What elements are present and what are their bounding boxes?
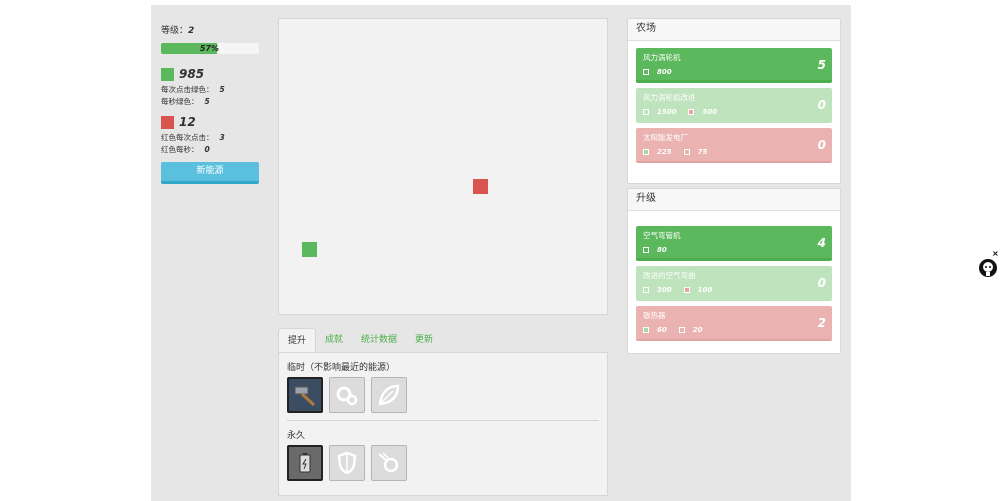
item-costs: 800 [643,68,684,76]
green-target-square[interactable] [302,242,317,257]
temporary-boosts [287,377,599,413]
temporary-section-title: 临时（不影响最近的能源） [287,363,396,373]
item-name: 散热器 [643,311,666,320]
green-cost-icon [643,327,649,333]
upgrade-item-improved-air-bend[interactable]: 改进的空气弯曲 300 100 0 [636,266,832,301]
permanent-boosts [287,445,599,481]
farm-item-wind-turbine[interactable]: 风力涡轮机 800 5 [636,48,832,83]
green-cost-icon [643,109,649,115]
green-cost-icon [643,247,649,253]
item-costs: 80 [643,246,679,254]
meteor-icon[interactable] [371,445,407,481]
progress-text: 57% [199,44,219,53]
green-square-icon [161,67,174,81]
tab-boost[interactable]: 提升 [278,328,317,352]
green-cost-icon [643,69,649,75]
item-count: 2 [817,316,826,330]
item-count: 0 [817,98,826,112]
red-per-sec-value: 0 [204,145,210,154]
shield-icon[interactable] [329,445,365,481]
item-name: 空气弯管机 [643,231,681,240]
upgrades-panel: 升级 空气弯管机 80 4 改进的空气弯曲 300 100 0 散热器 60 20 … [627,188,841,354]
red-count: 12 [179,115,196,129]
item-count: 0 [817,138,826,152]
cost-red: 500 [702,108,718,116]
cost-red: 75 [697,148,708,156]
item-name: 太阳能发电厂 [643,133,688,142]
level-progress-bar: 57% [161,43,259,54]
green-per-sec-value: 5 [204,97,210,106]
section-divider [287,420,599,421]
green-per-click-label: 每次点击绿色： [161,85,214,94]
upgrade-item-air-bender[interactable]: 空气弯管机 80 4 [636,226,832,261]
cost-green: 1500 [657,108,677,116]
red-square-icon [161,115,174,129]
cost-green: 60 [657,326,667,334]
red-cost-icon [678,327,685,333]
green-per-click-value: 5 [219,85,225,94]
red-per-click-label: 红色每次点击： [161,133,214,142]
red-resource: 12 [161,115,261,129]
tabs-panel: 提升 成就 统计数据 更新 临时（不影响最近的能源） 永久 [278,328,608,496]
cost-green: 225 [657,148,672,156]
red-cost-icon [683,149,690,155]
tab-statistics[interactable]: 统计数据 [352,328,406,352]
item-name: 改进的空气弯曲 [643,271,696,280]
red-per-second: 红色每秒： 0 [161,144,261,154]
farm-panel: 农场 风力涡轮机 800 5 风力涡轮机改进 1500 500 0 太阳能发电厂 … [627,18,841,184]
farm-item-wind-turbine-upgrade[interactable]: 风力涡轮机改进 1500 500 0 [636,88,832,123]
red-cost-icon [683,287,690,293]
red-target-square[interactable] [473,179,488,194]
level-value: 2 [188,26,195,36]
permanent-section-title: 永久 [287,431,306,441]
cost-red: 20 [692,326,703,334]
green-cost-icon [643,287,649,293]
game-container: 等级：2 57% 985 每次点击绿色： 5 每秒绿色： 5 12 红色每次点击： 3… [151,5,851,501]
green-cost-icon [643,149,649,155]
green-per-click: 每次点击绿色： 5 [161,84,261,94]
battery-icon[interactable] [287,445,323,481]
new-energy-button[interactable]: 新能源 [161,162,259,184]
upgrades-title: 升级 [628,189,840,211]
item-name: 风力涡轮机 [643,53,681,62]
item-count: 4 [817,236,826,250]
tab-content: 临时（不影响最近的能源） 永久 [278,352,608,496]
green-per-second: 每秒绿色： 5 [161,96,261,106]
farm-title: 农场 [628,19,840,41]
game-canvas[interactable] [278,18,608,315]
stats-panel: 等级：2 57% 985 每次点击绿色： 5 每秒绿色： 5 12 红色每次点击： 3… [161,23,261,184]
item-costs: 225 75 [643,148,719,156]
green-count: 985 [179,67,205,81]
tab-achievements[interactable]: 成就 [316,328,352,352]
gears-icon[interactable] [329,377,365,413]
upgrade-item-radiator[interactable]: 散热器 60 20 2 [636,306,832,341]
leaf-icon[interactable] [371,377,407,413]
item-costs: 60 20 [643,326,715,334]
green-resource: 985 [161,67,261,81]
level-label: 等级： [161,26,189,36]
red-cost-icon [688,109,695,115]
item-costs: 300 100 [643,286,724,294]
close-icon[interactable]: × [992,249,999,258]
item-costs: 1500 500 [643,108,729,116]
tab-bar: 提升 成就 统计数据 更新 [278,328,608,352]
cost-red: 100 [697,286,713,294]
item-name: 风力涡轮机改进 [643,93,696,102]
cost-green: 300 [657,286,672,294]
item-count: 0 [817,276,826,290]
tab-updates[interactable]: 更新 [406,328,442,352]
hammer-icon[interactable] [287,377,323,413]
cost-green: 80 [657,246,667,254]
red-per-click: 红色每次点击： 3 [161,132,261,142]
red-per-sec-label: 红色每秒： [161,145,199,154]
item-count: 5 [817,58,826,72]
cost-green: 800 [657,68,672,76]
level-display: 等级：2 [161,23,261,37]
green-per-sec-label: 每秒绿色： [161,97,199,106]
red-per-click-value: 3 [219,133,225,142]
farm-item-solar-plant[interactable]: 太阳能发电厂 225 75 0 [636,128,832,163]
octocat-icon[interactable] [978,258,998,278]
